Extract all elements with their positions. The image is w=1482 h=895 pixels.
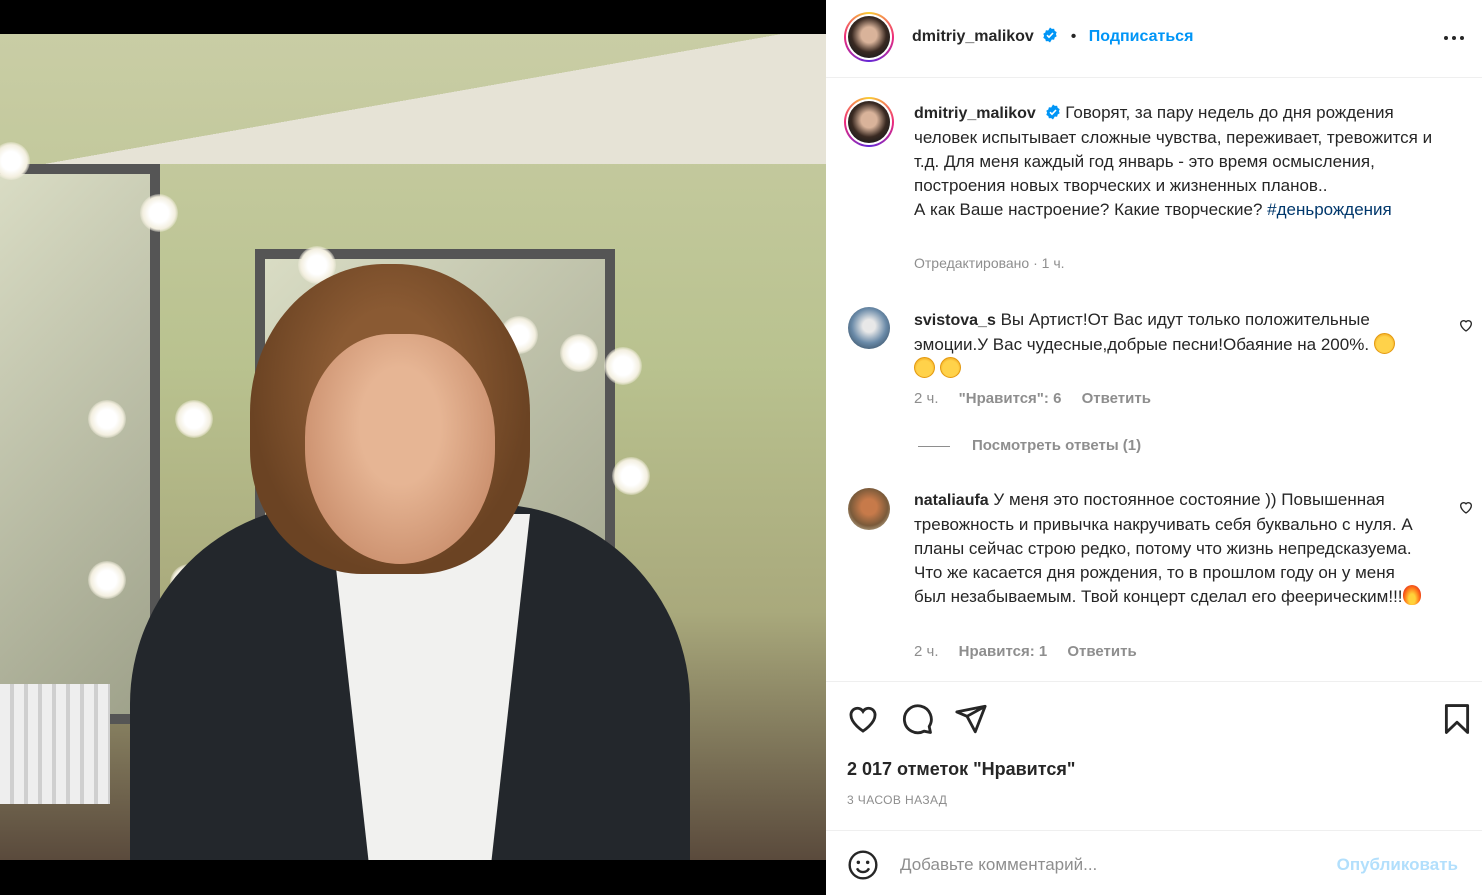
smiling-face-emoji [914,357,935,378]
comment-username[interactable]: svistova_s [914,312,996,329]
comment-input[interactable] [900,849,1320,881]
post-media-panel [0,0,826,895]
separator-dot: • [1070,28,1077,45]
fire-emoji [1402,585,1421,605]
author-username[interactable]: dmitriy_malikov [912,28,1034,45]
bulb [612,457,650,495]
follow-button[interactable]: Подписаться [1089,28,1194,45]
smiling-face-emoji [939,357,961,378]
verified-icon [1043,27,1057,43]
bulb [88,400,126,438]
comment-like-heart-icon[interactable] [1458,317,1474,333]
author-row: dmitriy_malikov • Подписаться [912,27,1193,46]
ceiling [0,34,826,164]
author-avatar[interactable] [844,12,894,62]
comment-text: У меня это постоянное состояние )) Повыш… [914,490,1413,606]
heart-icon[interactable] [846,702,880,736]
hashtag-link[interactable]: #деньрождения [1267,200,1392,219]
mirror-left [0,164,160,724]
bulb [175,400,213,438]
comment-time[interactable]: 2 ч. [914,643,939,660]
caption-text-2: А как Ваше настроение? Какие творческие? [914,200,1268,219]
meta-sep: · [1029,255,1042,271]
comments-section[interactable]: dmitriy_malikov Говорят, за пару недель … [826,79,1482,681]
caption-meta: Отредактировано · 1 ч. [914,255,1065,271]
comment-meta: 2 ч. "Нравится": 6 Ответить [914,390,1167,407]
smiling-face-emoji [1373,333,1395,354]
view-replies-label: Посмотреть ответы (1) [972,437,1142,454]
publish-button[interactable]: Опубликовать [1337,855,1458,875]
view-replies-button[interactable]: Посмотреть ответы (1) [918,437,1141,454]
caption-time[interactable]: 1 ч. [1042,255,1065,271]
post-details-panel: dmitriy_malikov • Подписаться dmitriy_ma… [826,0,1482,895]
commenter-avatar[interactable] [848,307,890,349]
comment-username[interactable]: nataliaufa [914,492,989,509]
bulb [88,561,126,599]
commenter-avatar[interactable] [848,488,890,530]
bookmark-icon[interactable] [1440,702,1474,736]
caption: dmitriy_malikov Говорят, за пару недель … [914,101,1454,222]
comment-likes[interactable]: "Нравится": 6 [959,390,1062,407]
bulb [560,334,598,372]
more-icon[interactable] [1442,26,1466,50]
comment-like-heart-icon[interactable] [1458,499,1474,515]
post-time[interactable]: 3 ЧАСОВ НАЗАД [847,793,947,807]
bulb [140,194,178,232]
post-actions: 2 017 отметок "Нравится" 3 ЧАСОВ НАЗАД [826,681,1482,831]
replies-line [918,445,950,447]
reply-button[interactable]: Ответить [1082,390,1151,407]
caption-username[interactable]: dmitriy_malikov [914,105,1036,122]
radiator [0,684,110,804]
caption-author-avatar[interactable] [844,97,894,147]
comment-body: nataliaufa У меня это постоянное состоян… [914,488,1424,609]
verified-icon [1045,104,1060,120]
comment-meta: 2 ч. Нравится: 1 Ответить [914,643,1153,660]
comment-time[interactable]: 2 ч. [914,390,939,407]
bulb [604,347,642,385]
share-icon[interactable] [954,702,988,736]
post-header: dmitriy_malikov • Подписаться [826,0,1482,78]
add-comment-bar: Опубликовать [826,830,1482,895]
person-face [305,334,495,564]
post-photo[interactable] [0,34,826,860]
reply-button[interactable]: Ответить [1067,643,1136,660]
smile-icon[interactable] [847,849,879,881]
comment-icon[interactable] [900,702,934,736]
comment-likes[interactable]: Нравится: 1 [959,643,1048,660]
likes-count[interactable]: 2 017 отметок "Нравится" [847,759,1075,780]
edited-label: Отредактировано [914,255,1030,271]
comment-body: svistova_s Вы Артист!От Вас идут только … [914,308,1424,381]
